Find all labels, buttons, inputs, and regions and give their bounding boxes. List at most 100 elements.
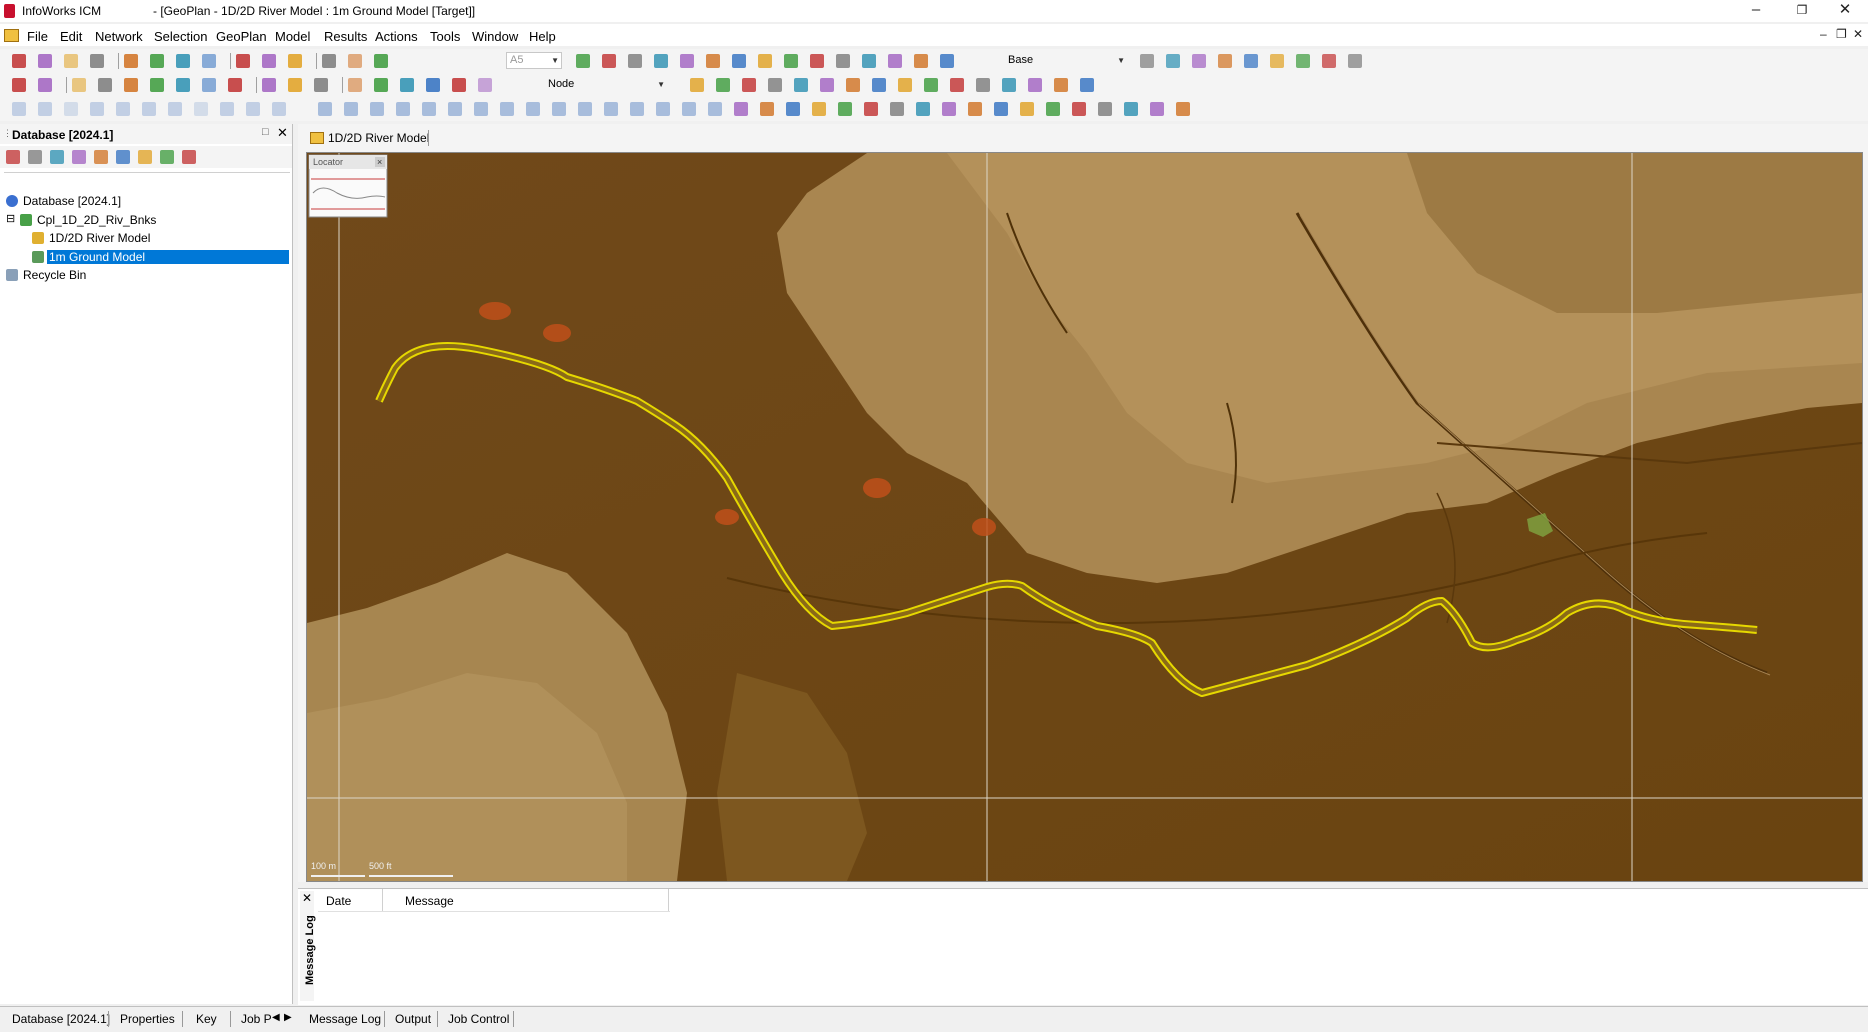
copy-tool-icon[interactable] [628, 54, 642, 68]
validate-tool-icon[interactable] [1150, 102, 1164, 116]
theme-tool-icon[interactable] [1002, 78, 1016, 92]
cut-tool-icon[interactable] [168, 102, 182, 116]
paste-tool-icon[interactable] [228, 78, 242, 92]
theme-tool-icon[interactable] [836, 54, 850, 68]
copy-tool-icon[interactable] [838, 102, 852, 116]
mdi-restore-icon[interactable]: ❐ [1836, 27, 1847, 41]
map-canvas[interactable]: Locator × 100 m 500 ft [306, 152, 1863, 882]
object-type-combo[interactable]: Node ▼ [544, 76, 668, 93]
tree-item[interactable]: Recycle Bin [21, 268, 88, 282]
cut-tool-icon[interactable] [768, 78, 782, 92]
copy-tool-icon[interactable] [202, 78, 216, 92]
open-tool-icon[interactable] [38, 78, 52, 92]
report-tool-icon[interactable] [1080, 78, 1094, 92]
link-tool-icon[interactable] [784, 54, 798, 68]
new-tool-icon[interactable] [1176, 102, 1190, 116]
print-tool-icon[interactable] [98, 78, 112, 92]
open-tool-icon[interactable] [682, 102, 696, 116]
structure-marker[interactable] [715, 509, 739, 525]
minimize-icon[interactable]: – [1733, 0, 1779, 22]
theme-tool-icon[interactable] [1046, 102, 1060, 116]
menu-window[interactable]: Window [472, 29, 518, 44]
report-tool-icon[interactable] [604, 102, 618, 116]
zoom-tool-icon[interactable] [890, 102, 904, 116]
structure-marker[interactable] [863, 478, 891, 498]
select-tool-icon[interactable] [1192, 54, 1206, 68]
grid-tool-icon[interactable] [1028, 78, 1042, 92]
tab-message-log[interactable]: Message Log [309, 1012, 381, 1026]
new-tool-icon[interactable] [12, 102, 26, 116]
report-tool-icon[interactable] [914, 54, 928, 68]
tree-item[interactable]: 1m Ground Model [47, 249, 289, 264]
theme-tool-icon[interactable] [1296, 54, 1310, 68]
cut-tool-icon[interactable] [602, 54, 616, 68]
pan-tool-icon[interactable] [706, 54, 720, 68]
tab-job-control[interactable]: Job Control [448, 1012, 509, 1026]
redo-tool-icon[interactable] [150, 54, 164, 68]
undo-tool-icon[interactable] [116, 102, 130, 116]
paste-tool-icon[interactable] [864, 102, 878, 116]
zoom-tool-icon[interactable] [370, 102, 384, 116]
column-date[interactable]: Date [326, 894, 351, 908]
link-tool-icon[interactable] [474, 102, 488, 116]
redo-tool-icon[interactable] [142, 102, 156, 116]
select-tool-icon[interactable] [898, 78, 912, 92]
restore-icon[interactable]: ❐ [1779, 0, 1825, 22]
paste-tool-icon[interactable] [220, 102, 234, 116]
scale-combo[interactable]: A5 ▼ [506, 52, 562, 69]
query-tool-icon[interactable] [72, 150, 86, 164]
chart-tool-icon[interactable] [1348, 54, 1362, 68]
pan-tool-icon[interactable] [396, 102, 410, 116]
copy-tool-icon[interactable] [194, 102, 208, 116]
paste-tool-icon[interactable] [820, 78, 834, 92]
scroll-left-icon[interactable]: ◀ [272, 1012, 280, 1023]
redo-tool-icon[interactable] [150, 78, 164, 92]
theme-tool-icon[interactable] [526, 102, 540, 116]
menu-geoplan[interactable]: GeoPlan [216, 29, 267, 44]
chart-tool-icon[interactable] [1054, 78, 1068, 92]
chart-tool-icon[interactable] [138, 150, 152, 164]
grid-tool-icon[interactable] [1322, 54, 1336, 68]
undo-tool-icon[interactable] [760, 102, 774, 116]
grid-tool-icon[interactable] [862, 54, 876, 68]
save-tool-icon[interactable] [72, 78, 86, 92]
cut-tool-icon[interactable] [176, 78, 190, 92]
new-tool-icon[interactable] [656, 102, 670, 116]
query-tool-icon[interactable] [1270, 54, 1284, 68]
query-tool-icon[interactable] [400, 78, 414, 92]
menu-network[interactable]: Network [95, 29, 143, 44]
select-tool-icon[interactable] [6, 150, 20, 164]
save-tool-icon[interactable] [708, 102, 722, 116]
validate-tool-icon[interactable] [182, 150, 196, 164]
redo-tool-icon[interactable] [576, 54, 590, 68]
select-tool-icon[interactable] [942, 102, 956, 116]
node-tool-icon[interactable] [924, 78, 938, 92]
print-tool-icon[interactable] [690, 78, 704, 92]
tree-item[interactable]: Cpl_1D_2D_Riv_Bnks [35, 213, 158, 227]
menu-actions[interactable]: Actions [375, 29, 418, 44]
zoom-tool-icon[interactable] [262, 78, 276, 92]
new-tool-icon[interactable] [12, 78, 26, 92]
menu-edit[interactable]: Edit [60, 29, 82, 44]
pan-tool-icon[interactable] [288, 54, 302, 68]
open-tool-icon[interactable] [38, 102, 52, 116]
node-tool-icon[interactable] [968, 102, 982, 116]
validate-tool-icon[interactable] [940, 54, 954, 68]
menu-help[interactable]: Help [529, 29, 556, 44]
pan-tool-icon[interactable] [872, 78, 886, 92]
zoom-tool-icon[interactable] [680, 54, 694, 68]
tree-item[interactable]: Database [2024.1] [21, 194, 123, 208]
tab-job-progress[interactable]: Job P [241, 1012, 272, 1026]
grid-tool-icon[interactable] [452, 78, 466, 92]
tree-item[interactable]: 1D/2D River Model [47, 231, 152, 245]
undo-tool-icon[interactable] [124, 78, 138, 92]
node-tool-icon[interactable] [28, 150, 42, 164]
chart-tool-icon[interactable] [578, 102, 592, 116]
print-tool-icon[interactable] [90, 54, 104, 68]
report-tool-icon[interactable] [1124, 102, 1138, 116]
pan-tool-icon[interactable] [288, 78, 302, 92]
redo-tool-icon[interactable] [786, 102, 800, 116]
locator-window[interactable]: Locator × [308, 154, 388, 218]
column-divider[interactable] [382, 889, 383, 911]
paste-tool-icon[interactable] [654, 54, 668, 68]
